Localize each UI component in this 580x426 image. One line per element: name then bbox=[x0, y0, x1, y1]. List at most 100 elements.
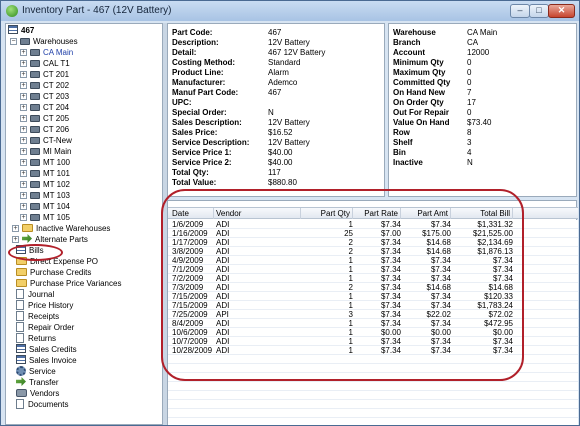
warehouse-node[interactable]: + MI Main bbox=[20, 146, 71, 157]
warehouse-icon bbox=[30, 181, 40, 188]
inventory-part-window: Inventory Part - 467 (12V Battery) – □ ✕… bbox=[0, 0, 580, 426]
detail-label: Manufacturer: bbox=[172, 78, 226, 87]
warehouse-node[interactable]: + MT 105 bbox=[20, 212, 70, 223]
detail-label: UPC: bbox=[172, 98, 192, 107]
folder-icon bbox=[16, 279, 27, 287]
tree-item[interactable]: + Inactive Warehouses bbox=[12, 223, 110, 234]
tree-item[interactable]: Transfer bbox=[12, 377, 59, 388]
detail-value: 467 bbox=[268, 88, 282, 97]
warehouse-icon bbox=[30, 82, 40, 89]
warehouse-label: MT 100 bbox=[43, 158, 70, 167]
detail-value: $880.80 bbox=[268, 178, 297, 187]
tree-item[interactable]: Repair Order bbox=[12, 322, 74, 333]
warehouse-node[interactable]: + MT 103 bbox=[20, 190, 70, 201]
tree-item[interactable]: Price History bbox=[12, 300, 73, 311]
tree-item[interactable]: Journal bbox=[12, 289, 54, 300]
doc-icon bbox=[16, 311, 24, 321]
detail-value: 12V Battery bbox=[268, 118, 310, 127]
detail-label: Special Order: bbox=[172, 108, 227, 117]
warehouse-info-value: 17 bbox=[467, 98, 476, 107]
detail-label: Product Line: bbox=[172, 68, 224, 77]
warehouse-node[interactable]: + CT 204 bbox=[20, 102, 69, 113]
collapse-toggle[interactable]: − bbox=[10, 38, 17, 45]
expand-toggle[interactable]: + bbox=[20, 49, 27, 56]
warehouse-node[interactable]: + MT 102 bbox=[20, 179, 70, 190]
detail-value: Standard bbox=[268, 58, 301, 67]
detail-value: $40.00 bbox=[268, 148, 293, 157]
warehouse-node[interactable]: + CT 201 bbox=[20, 69, 69, 80]
expand-toggle[interactable]: + bbox=[20, 170, 27, 177]
warehouse-info-label: On Order Qty bbox=[393, 98, 444, 107]
tree-item[interactable]: Receipts bbox=[12, 311, 59, 322]
expand-toggle[interactable]: + bbox=[12, 225, 19, 232]
expand-toggle[interactable]: + bbox=[20, 71, 27, 78]
detail-row: Sales Price: $16.52 bbox=[172, 128, 380, 137]
warehouse-info-label: Bin bbox=[393, 148, 406, 157]
warehouse-info-label: Account bbox=[393, 48, 425, 57]
tree-item[interactable]: Purchase Credits bbox=[12, 267, 91, 278]
expand-toggle[interactable]: + bbox=[20, 60, 27, 67]
expand-toggle[interactable]: + bbox=[20, 126, 27, 133]
detail-row: Description: 12V Battery bbox=[172, 38, 380, 47]
expand-toggle[interactable]: + bbox=[12, 236, 19, 243]
warehouse-node[interactable]: + MT 100 bbox=[20, 157, 70, 168]
expand-toggle[interactable]: + bbox=[20, 203, 27, 210]
expand-toggle[interactable]: + bbox=[20, 93, 27, 100]
warehouse-info-label: Out For Repair bbox=[393, 108, 450, 117]
expand-toggle[interactable]: + bbox=[20, 192, 27, 199]
warehouse-node[interactable]: + CT 205 bbox=[20, 113, 69, 124]
close-button[interactable]: ✕ bbox=[548, 4, 575, 18]
minimize-button[interactable]: – bbox=[510, 4, 530, 18]
warehouse-icon bbox=[30, 203, 40, 210]
title-bar[interactable]: Inventory Part - 467 (12V Battery) – □ ✕ bbox=[1, 1, 579, 21]
tree-item[interactable]: Vendors bbox=[12, 388, 59, 399]
tree-item[interactable]: + Alternate Parts bbox=[12, 234, 88, 245]
tree-root[interactable]: 467 bbox=[8, 25, 34, 36]
warehouse-info-row: Value On Hand $73.40 bbox=[393, 118, 573, 127]
tree-item[interactable]: Purchase Price Variances bbox=[12, 278, 121, 289]
tree-item-label: Sales Invoice bbox=[29, 356, 77, 365]
expand-toggle[interactable]: + bbox=[20, 115, 27, 122]
expand-toggle[interactable]: + bbox=[20, 137, 27, 144]
tree-item[interactable]: Documents bbox=[12, 399, 68, 410]
navigation-tree[interactable]: 467 − Warehouses + CA Main + CAL T1 + CT 201 +… bbox=[5, 23, 163, 425]
expand-toggle[interactable]: + bbox=[20, 214, 27, 221]
warehouse-icon bbox=[30, 104, 40, 111]
tree-warehouses[interactable]: − Warehouses bbox=[10, 36, 78, 47]
expand-toggle[interactable]: + bbox=[20, 181, 27, 188]
expand-toggle[interactable]: + bbox=[20, 104, 27, 111]
detail-row: Part Code: 467 bbox=[172, 28, 380, 37]
warehouse-icon bbox=[30, 71, 40, 78]
warehouse-info-row: Account 12000 bbox=[393, 48, 573, 57]
expand-toggle[interactable]: + bbox=[20, 148, 27, 155]
warehouse-info-value: CA bbox=[467, 38, 479, 47]
warehouse-node[interactable]: + CT 203 bbox=[20, 91, 69, 102]
detail-row: Service Description: 12V Battery bbox=[172, 138, 380, 147]
warehouse-node[interactable]: + MT 104 bbox=[20, 201, 70, 212]
warehouse-node[interactable]: + CT 202 bbox=[20, 80, 69, 91]
detail-row: Special Order: N bbox=[172, 108, 380, 117]
warehouse-info-row: Branch CA bbox=[393, 38, 573, 47]
tree-item[interactable]: Sales Credits bbox=[12, 344, 77, 355]
detail-label: Total Qty: bbox=[172, 168, 209, 177]
detail-label: Part Code: bbox=[172, 28, 213, 37]
warehouse-node[interactable]: + CT-New bbox=[20, 135, 72, 146]
warehouse-icon bbox=[20, 38, 30, 45]
warehouse-node[interactable]: + CA Main bbox=[20, 47, 73, 58]
warehouse-info-label: Minimum Qty bbox=[393, 58, 444, 67]
warehouse-node[interactable]: + CT 206 bbox=[20, 124, 69, 135]
tree-item[interactable]: Returns bbox=[12, 333, 56, 344]
expand-toggle[interactable]: + bbox=[20, 82, 27, 89]
expand-toggle[interactable]: + bbox=[20, 159, 27, 166]
warehouse-node[interactable]: + MT 101 bbox=[20, 168, 70, 179]
maximize-button[interactable]: □ bbox=[529, 4, 549, 18]
warehouse-icon bbox=[30, 126, 40, 133]
warehouse-icon bbox=[30, 93, 40, 100]
warehouse-info-label: Inactive bbox=[393, 158, 423, 167]
tree-item[interactable]: Service bbox=[12, 366, 56, 377]
detail-value: 12V Battery bbox=[268, 138, 310, 147]
tree-item[interactable]: Sales Invoice bbox=[12, 355, 77, 366]
tree-warehouses-label: Warehouses bbox=[33, 37, 78, 46]
warehouse-info-row: Shelf 3 bbox=[393, 138, 573, 147]
warehouse-node[interactable]: + CAL T1 bbox=[20, 58, 70, 69]
